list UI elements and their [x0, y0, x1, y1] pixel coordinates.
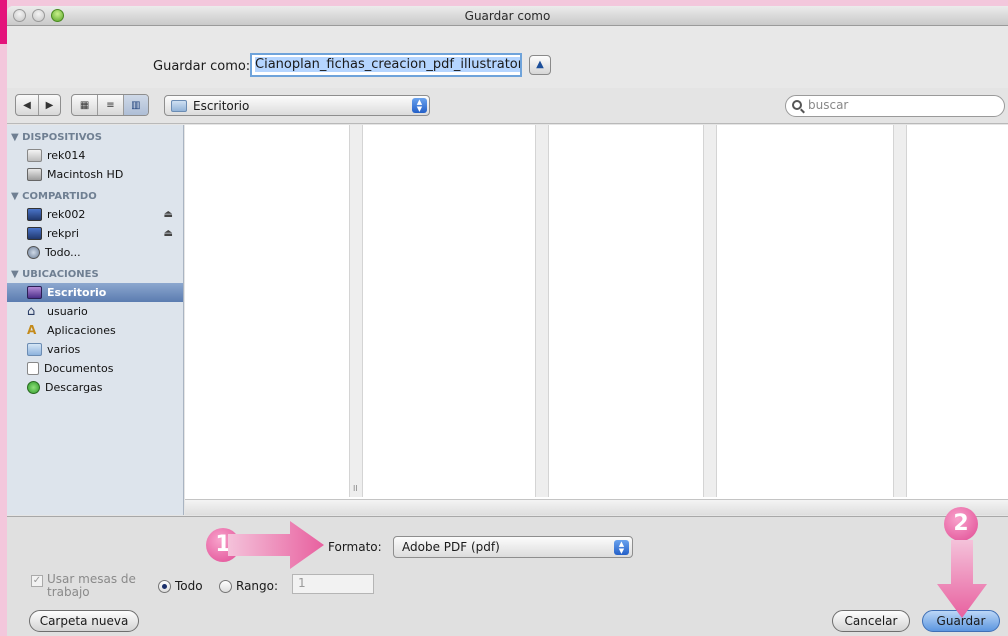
location-popup[interactable]: Escritorio ▲ ▼ [164, 95, 430, 116]
range-input[interactable]: 1 [292, 574, 374, 594]
sidebar-item-label: Documentos [44, 362, 114, 375]
radio-range-label: Rango: [236, 579, 279, 593]
sidebar-item-label: Macintosh HD [47, 168, 124, 181]
popup-arrows-icon: ▲ ▼ [614, 540, 629, 555]
radio-range[interactable]: Rango: [219, 579, 278, 593]
sidebar-item-label: usuario [47, 305, 88, 318]
desktop-icon [27, 286, 42, 299]
sidebar-heading-devices: ▼ DISPOSITIVOS [11, 132, 102, 143]
column-divider [893, 125, 907, 497]
save-as-label: Guardar como: [153, 59, 251, 74]
format-select[interactable]: Adobe PDF (pdf) ▲ ▼ [393, 536, 633, 558]
column-divider [703, 125, 717, 497]
radio-unselected-icon [219, 579, 232, 593]
list-view-icon[interactable]: ≡ [97, 95, 122, 115]
radio-all[interactable]: Todo [158, 579, 203, 593]
sidebar-item-varios[interactable]: varios [7, 340, 183, 359]
search-field[interactable]: buscar [785, 95, 1005, 117]
sidebar-item-documentos[interactable]: Documentos [7, 359, 183, 378]
computer-icon [27, 227, 42, 240]
sidebar-item-rekpri[interactable]: rekpri ⏏ [7, 224, 183, 243]
sidebar-heading-shared: ▼ COMPARTIDO [11, 191, 97, 202]
folder-icon [27, 343, 42, 356]
pink-tab-decoration [0, 0, 7, 44]
document-icon [27, 362, 39, 375]
view-mode-buttons: ▦ ≡ ▥ [71, 94, 149, 116]
sidebar: ▼ DISPOSITIVOS rek014 Macintosh HD ▼ COM… [7, 125, 184, 515]
computer-icon [27, 208, 42, 221]
search-icon [792, 100, 802, 110]
new-folder-button[interactable]: Carpeta nueva [29, 610, 139, 632]
sidebar-item-escritorio[interactable]: Escritorio [7, 283, 183, 302]
home-icon: ⌂ [27, 304, 36, 319]
format-label: Formato: [328, 540, 382, 554]
window-title: Guardar como [464, 9, 551, 23]
step-1-arrow-icon [228, 521, 324, 569]
radio-selected-icon [158, 579, 171, 593]
sidebar-item-label: Aplicaciones [47, 324, 116, 337]
eject-icon[interactable]: ⏏ [164, 209, 173, 220]
sidebar-item-label: rek002 [47, 208, 86, 221]
radio-all-label: Todo [175, 579, 203, 593]
column-resize-handle[interactable] [349, 125, 363, 497]
icon-view-icon[interactable]: ▦ [72, 95, 97, 115]
step-2-arrow-icon [937, 540, 987, 618]
column-divider [535, 125, 549, 497]
sidebar-item-label: rek014 [47, 149, 86, 162]
location-label: Escritorio [193, 98, 250, 113]
cancel-button[interactable]: Cancelar [832, 610, 910, 632]
back-arrow-icon[interactable]: ◀ [16, 95, 38, 115]
filename-input[interactable]: Cianoplan_fichas_creacion_pdf_illustrato… [250, 53, 522, 77]
use-artboards-checkbox[interactable]: ✓ Usar mesas de trabajo [31, 573, 137, 599]
forward-arrow-icon[interactable]: ▶ [38, 95, 60, 115]
disk-icon [27, 149, 42, 162]
downloads-icon [27, 381, 40, 394]
sidebar-item-label: Descargas [45, 381, 103, 394]
nav-buttons: ◀ ▶ [15, 94, 61, 116]
sidebar-item-label: varios [47, 343, 81, 356]
sidebar-heading-places: ▼ UBICACIONES [11, 269, 99, 280]
filename-text: Cianoplan_fichas_creacion_pdf_illustrato… [255, 57, 520, 72]
titlebar: Guardar como [7, 6, 1008, 26]
step-2-badge: 2 [944, 507, 978, 541]
network-globe-icon [27, 246, 40, 259]
popup-arrows-icon: ▲ ▼ [412, 98, 427, 113]
sidebar-item-usuario[interactable]: ⌂ usuario [7, 302, 183, 321]
format-value: Adobe PDF (pdf) [402, 540, 500, 554]
eject-icon[interactable]: ⏏ [164, 228, 173, 239]
sidebar-item-rek002[interactable]: rek002 ⏏ [7, 205, 183, 224]
column-view-icon[interactable]: ▥ [122, 95, 148, 115]
sidebar-item-aplicaciones[interactable]: A Aplicaciones [7, 321, 183, 340]
sidebar-item-label: rekpri [47, 227, 79, 240]
collapse-dialog-button[interactable]: ▲ [529, 55, 551, 75]
sidebar-item-label: Todo... [45, 246, 81, 259]
checkmark-icon: ✓ [31, 575, 43, 587]
options-panel: Formato: Adobe PDF (pdf) ▲ ▼ ✓ Usar mesas… [7, 516, 1008, 636]
search-placeholder: buscar [808, 98, 849, 112]
save-dialog: Guardar como Guardar como: Cianoplan_fic… [7, 6, 1008, 636]
applications-icon: A [27, 323, 37, 337]
file-browser-columns[interactable] [185, 125, 1008, 515]
sidebar-item-rek014[interactable]: rek014 [7, 146, 183, 165]
sidebar-item-descargas[interactable]: Descargas [7, 378, 183, 397]
hard-drive-icon [27, 168, 42, 181]
sidebar-item-label: Escritorio [47, 286, 107, 299]
folder-icon [171, 99, 187, 112]
sidebar-item-todo[interactable]: Todo... [7, 243, 183, 262]
use-artboards-label: Usar mesas de trabajo [47, 572, 136, 599]
save-header: Guardar como: Cianoplan_fichas_creacion_… [7, 26, 1008, 88]
toolbar: ◀ ▶ ▦ ≡ ▥ Escritorio ▲ ▼ buscar [7, 88, 1008, 124]
sidebar-item-macintosh-hd[interactable]: Macintosh HD [7, 165, 183, 184]
horizontal-scrollbar[interactable] [185, 499, 1008, 515]
